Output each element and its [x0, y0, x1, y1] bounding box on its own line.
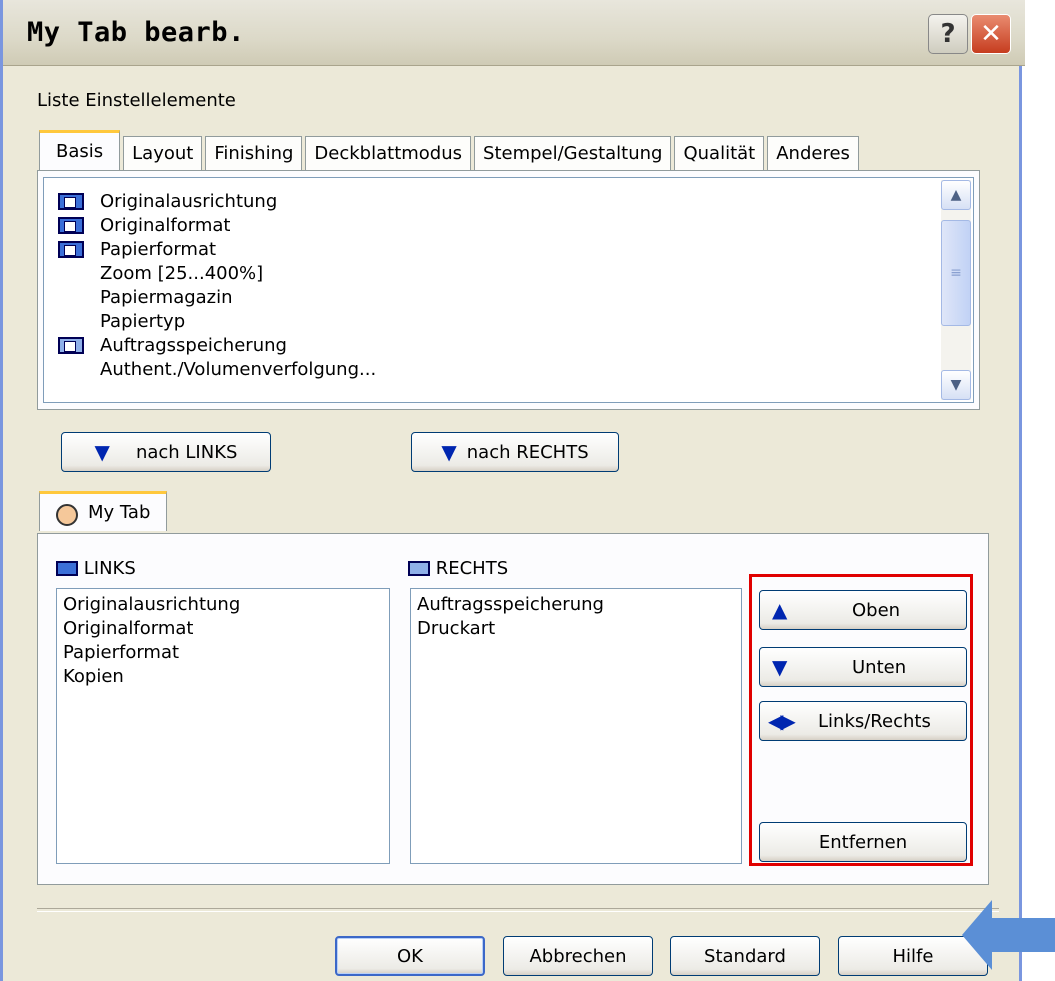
close-button[interactable]: ✕	[971, 14, 1011, 54]
list-item[interactable]: Papiertyp	[58, 310, 918, 334]
tab-deckblattmodus[interactable]: Deckblattmodus	[305, 136, 472, 170]
list-item[interactable]: Originalausrichtung	[63, 593, 383, 617]
list-item[interactable]: Auftragsspeicherung	[417, 593, 735, 617]
tab-stempel-gestaltung[interactable]: Stempel/Gestaltung	[474, 136, 672, 170]
links-header: LINKS	[56, 558, 136, 579]
cancel-button[interactable]: Abbrechen	[503, 936, 653, 976]
list-item[interactable]: Originalformat	[63, 617, 383, 641]
tab-layout[interactable]: Layout	[123, 136, 203, 170]
question-mark-icon: ?	[940, 19, 956, 49]
ok-button[interactable]: OK	[335, 936, 485, 976]
links-listbox[interactable]: Originalausrichtung Originalformat Papie…	[56, 588, 390, 864]
dialog-window: My Tab bearb. ? ✕ Liste Einstellelemente…	[0, 0, 1025, 981]
rechts-icon	[408, 561, 430, 576]
standard-button[interactable]: Standard	[670, 936, 820, 976]
rechts-listbox[interactable]: Auftragsspeicherung Druckart	[410, 588, 742, 864]
links-icon	[56, 561, 78, 576]
settings-item-icon	[58, 193, 84, 210]
settings-tabs: Basis Layout Finishing Deckblattmodus St…	[39, 130, 862, 170]
list-item[interactable]: Papierformat	[63, 641, 383, 665]
tab-anderes[interactable]: Anderes	[767, 136, 859, 170]
list-item[interactable]: Kopien	[63, 665, 383, 689]
user-icon	[56, 503, 78, 526]
list-item[interactable]: Zoom [25...400%]	[58, 262, 918, 286]
list-item[interactable]: Druckart	[417, 617, 735, 641]
chevron-up-icon: ▲	[950, 187, 962, 203]
rechts-header: RECHTS	[408, 558, 508, 579]
list-item[interactable]: Authent./Volumenverfolgung...	[58, 358, 918, 382]
settings-list-label: Liste Einstellelemente	[37, 90, 236, 111]
settings-item-icon	[58, 217, 84, 234]
highlight-box	[749, 574, 973, 866]
tab-basis[interactable]: Basis	[39, 130, 121, 170]
triangle-down-icon: ▼	[94, 440, 110, 464]
scroll-down-button[interactable]: ▼	[941, 370, 971, 400]
move-left-button[interactable]: ▼ nach LINKS	[61, 432, 271, 472]
close-icon: ✕	[980, 19, 1002, 49]
vertical-scrollbar[interactable]: ▲ ≡ ▼	[941, 180, 971, 400]
triangle-down-icon: ▼	[441, 440, 457, 464]
tab-my-tab[interactable]: My Tab	[39, 491, 168, 531]
settings-item-icon	[58, 241, 84, 258]
settings-item-icon-alt	[58, 337, 84, 354]
title-bar[interactable]: My Tab bearb. ? ✕	[3, 0, 1025, 66]
list-item[interactable]: Originalformat	[58, 214, 918, 238]
help-titlebar-button[interactable]: ?	[928, 14, 968, 54]
tab-qualitaet[interactable]: Qualität	[674, 136, 765, 170]
list-item[interactable]: Originalausrichtung	[58, 190, 918, 214]
chevron-down-icon: ▼	[950, 377, 962, 393]
window-title: My Tab bearb.	[27, 17, 245, 48]
footer-separator	[37, 908, 999, 912]
mytab-tabs: My Tab	[39, 491, 170, 531]
move-right-button[interactable]: ▼ nach RECHTS	[411, 432, 619, 472]
settings-tab-panel: Originalausrichtung Originalformat Papie…	[37, 170, 980, 410]
list-item[interactable]: Auftragsspeicherung	[58, 334, 918, 358]
grip-icon: ≡	[950, 265, 962, 281]
scroll-up-button[interactable]: ▲	[941, 180, 971, 210]
list-item[interactable]: Papiermagazin	[58, 286, 918, 310]
pointer-arrow-icon	[962, 900, 1055, 970]
scroll-thumb[interactable]: ≡	[941, 220, 971, 326]
tab-finishing[interactable]: Finishing	[205, 136, 303, 170]
list-item[interactable]: Papierformat	[58, 238, 918, 262]
settings-listbox[interactable]: Originalausrichtung Originalformat Papie…	[43, 177, 974, 403]
